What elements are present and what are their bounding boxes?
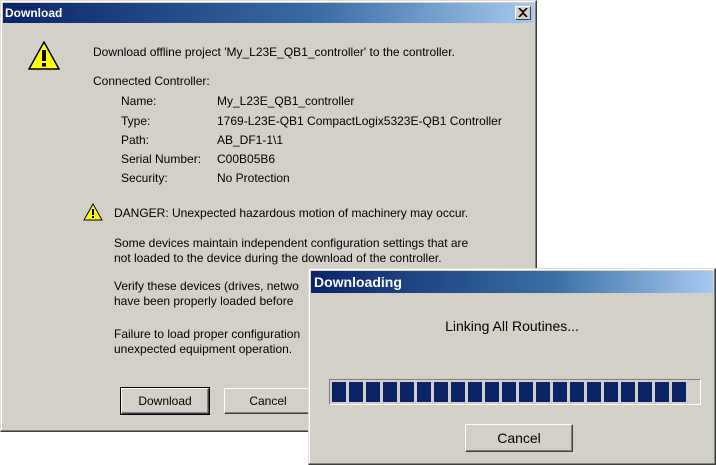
progress-segment	[672, 382, 686, 402]
path-value: AB_DF1-1\1	[217, 133, 284, 147]
type-value: 1769-L23E-QB1 CompactLogix5323E-QB1 Cont…	[217, 114, 502, 128]
downloading-title: Downloading	[314, 274, 402, 290]
progress-bar	[329, 379, 701, 405]
paragraph-1-line-1: Some devices maintain independent config…	[114, 236, 469, 250]
progress-segment	[468, 382, 482, 402]
progress-segment	[485, 382, 499, 402]
progress-segment	[587, 382, 601, 402]
warning-icon	[27, 40, 61, 71]
progress-segment	[366, 382, 380, 402]
progress-segment	[553, 382, 567, 402]
paragraph-2-line-1: Verify these devices (drives, netwo	[114, 279, 299, 293]
progress-segment	[536, 382, 550, 402]
progress-segment	[519, 382, 533, 402]
security-label: Security:	[121, 171, 168, 185]
downloading-dialog: Downloading Linking All Routines... Canc…	[308, 268, 716, 465]
path-label: Path:	[121, 133, 150, 147]
cancel-button[interactable]: Cancel	[224, 388, 312, 414]
progress-segment	[638, 382, 652, 402]
progress-segment	[502, 382, 516, 402]
connected-controller-label: Connected Controller:	[93, 74, 210, 88]
progress-segment	[400, 382, 414, 402]
serial-number-label: Serial Number:	[121, 152, 202, 166]
progress-segment	[451, 382, 465, 402]
download-button[interactable]: Download	[120, 387, 210, 415]
type-label: Type:	[121, 114, 151, 128]
paragraph-2-line-2: have been properly loaded before	[114, 294, 294, 308]
downloading-status: Linking All Routines...	[445, 318, 579, 334]
name-label: Name:	[121, 94, 157, 108]
downloading-title-bar[interactable]: Downloading	[311, 271, 713, 293]
progress-segment	[655, 382, 669, 402]
progress-segment	[417, 382, 431, 402]
security-value: No Protection	[217, 171, 290, 185]
paragraph-1-line-2: not loaded to the device during the down…	[114, 251, 442, 265]
progress-segment	[570, 382, 584, 402]
progress-segment	[383, 382, 397, 402]
danger-warning-icon	[83, 202, 103, 221]
progress-segment	[604, 382, 618, 402]
download-message: Download offline project 'My_L23E_QB1_co…	[93, 45, 455, 59]
progress-segment	[434, 382, 448, 402]
close-icon[interactable]	[515, 6, 531, 20]
danger-text: DANGER: Unexpected hazardous motion of m…	[114, 206, 469, 220]
paragraph-3-line-1: Failure to load proper configuration	[114, 327, 301, 341]
download-title: Download	[5, 6, 63, 20]
progress-fill	[332, 382, 686, 402]
paragraph-3-line-2: unexpected equipment operation.	[114, 342, 293, 356]
progress-segment	[621, 382, 635, 402]
name-value: My_L23E_QB1_controller	[217, 94, 355, 108]
download-title-bar[interactable]: Download	[3, 3, 534, 23]
progress-segment	[349, 382, 363, 402]
progress-segment	[332, 382, 346, 402]
serial-number-value: C00B05B6	[217, 152, 276, 166]
downloading-cancel-button[interactable]: Cancel	[465, 424, 573, 452]
